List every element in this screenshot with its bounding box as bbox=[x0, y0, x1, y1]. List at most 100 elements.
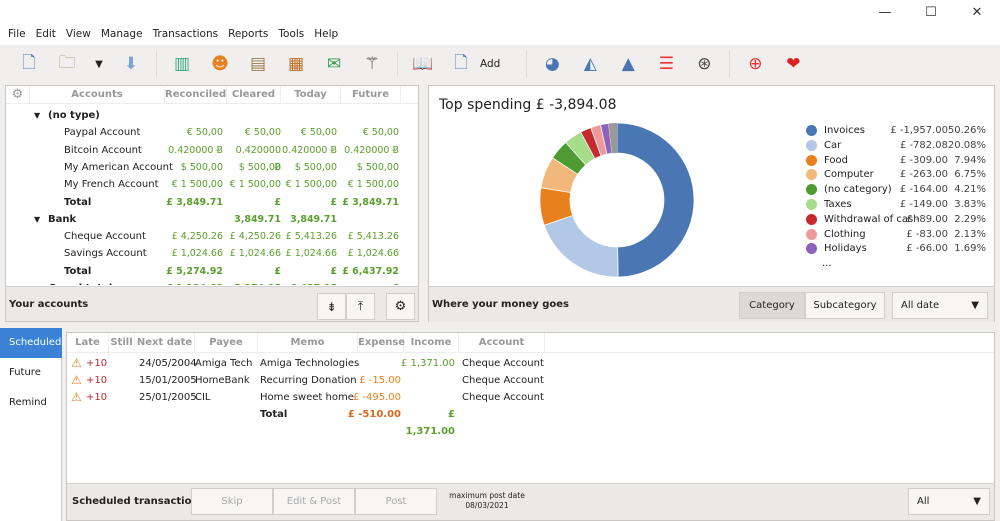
gear-icon[interactable]: ⚙ bbox=[6, 86, 30, 104]
minimize-button[interactable]: — bbox=[862, 0, 908, 25]
legend-item[interactable]: Invoices £ -1,957.00 50.26% bbox=[806, 123, 986, 138]
date-range-select[interactable]: All date ▼ bbox=[892, 292, 988, 319]
scheduled-row[interactable]: ⚠ +10 24/05/2004 Amiga Tech Amiga Techno… bbox=[67, 355, 994, 372]
add-button-label[interactable]: Add bbox=[480, 58, 500, 70]
col-expense[interactable]: Expense bbox=[358, 333, 405, 353]
col-next-date[interactable]: Next date bbox=[135, 333, 195, 353]
scheduled-icon[interactable]: ▦ bbox=[283, 51, 309, 77]
account-total-row[interactable]: Total£ 5,274.92£ 5,274.92£ 6,437.92£ 6,4… bbox=[6, 263, 418, 285]
tab-category[interactable]: Category bbox=[739, 292, 805, 319]
account-row[interactable]: Bitcoin Account 0.420000 Ƀ 0.420000 Ƀ 0.420… bbox=[6, 142, 418, 173]
expand-all-button[interactable]: ⇟ bbox=[317, 293, 346, 320]
expense bbox=[347, 355, 401, 372]
account-name: Bank bbox=[48, 213, 77, 225]
maximize-button[interactable]: ☐ bbox=[908, 0, 954, 25]
max-post-date[interactable]: 08/03/2021 bbox=[447, 501, 527, 511]
legend-item[interactable]: Holidays £ -66.00 1.69% bbox=[806, 241, 986, 256]
col-memo[interactable]: Memo bbox=[258, 333, 358, 353]
max-post-label: maximum post date bbox=[449, 491, 525, 500]
add-transaction-icon[interactable]: 🗋 bbox=[448, 51, 474, 77]
warning-icon: ⚠ bbox=[71, 373, 82, 387]
donut-slice-1[interactable] bbox=[543, 214, 619, 278]
legend-item[interactable]: (no category) £ -164.00 4.21% bbox=[806, 182, 986, 197]
legend-color-dot bbox=[806, 243, 817, 255]
col-future[interactable]: Future bbox=[341, 86, 401, 104]
donate-heart-icon[interactable]: ❤ bbox=[780, 51, 806, 77]
col-cleared[interactable]: Cleared bbox=[227, 86, 281, 104]
budget-report-icon[interactable]: ☰ bbox=[653, 51, 679, 77]
expander-triangle-icon[interactable]: ▼ bbox=[34, 107, 40, 124]
new-file-icon[interactable]: 🗋 bbox=[16, 51, 42, 77]
col-payee[interactable]: Payee bbox=[195, 333, 258, 353]
account-row[interactable]: My French Account € 1 500,00 € 1 500,00 € 1… bbox=[6, 176, 418, 193]
legend-item[interactable]: Computer £ -263.00 6.75% bbox=[806, 167, 986, 182]
menu-file[interactable]: File bbox=[4, 25, 30, 45]
col-income[interactable]: Income bbox=[404, 333, 459, 353]
tab-future[interactable]: Future bbox=[0, 358, 62, 388]
post-button[interactable]: Post bbox=[355, 488, 437, 515]
col-late[interactable]: Late bbox=[67, 333, 109, 353]
categories-icon[interactable]: ▤ bbox=[245, 51, 271, 77]
chevron-down-icon[interactable]: ▼ bbox=[92, 51, 106, 77]
account-amount: $ 500,00 bbox=[238, 161, 281, 173]
account-row[interactable]: Cheque Account £ 4,250.26 £ 4,250.26 £ 5,41… bbox=[6, 228, 418, 245]
menu-view[interactable]: View bbox=[62, 25, 95, 45]
scheduled-row[interactable]: ⚠ +10 15/01/2005 HomeBank Recurring Dona… bbox=[67, 372, 994, 389]
accounts-tree: ▼ (no type) Paypal Account € 50,00 € 50,00 € … bbox=[6, 107, 418, 285]
payees-icon[interactable]: ☻ bbox=[207, 51, 233, 77]
account: Cheque Account bbox=[462, 392, 544, 403]
account-row[interactable]: My American Account $ 500,00 $ 500,00 $ 500… bbox=[6, 159, 418, 176]
account-amount: € 1 500,00 bbox=[347, 179, 399, 191]
legend-label: Taxes bbox=[824, 199, 852, 210]
trend-time-icon[interactable]: ◭ bbox=[577, 51, 603, 77]
account-row[interactable]: Paypal Account € 50,00 € 50,00 € 50,00 € 50,… bbox=[6, 124, 418, 141]
account-total-row[interactable]: Total £ 3,849.71 £ 3,849.71 £ 3,849.71 £ 3,8… bbox=[6, 194, 418, 225]
grand-total-row[interactable]: Grand total£ 9,124.63£ 9,124.63£ 10,287.… bbox=[6, 280, 418, 285]
collapse-all-button[interactable]: ⤒ bbox=[346, 293, 375, 320]
col-still[interactable]: Still bbox=[109, 333, 135, 353]
skip-button[interactable]: Skip bbox=[191, 488, 273, 515]
filter-select[interactable]: All ▼ bbox=[908, 488, 990, 515]
col-reconciled[interactable]: Reconciled bbox=[165, 86, 227, 104]
save-icon[interactable]: ⬇ bbox=[118, 51, 144, 77]
tab-scheduled[interactable]: Scheduled bbox=[0, 328, 62, 358]
legend-item[interactable]: Food £ -309.00 7.94% bbox=[806, 153, 986, 168]
separator bbox=[397, 51, 398, 77]
col-today[interactable]: Today bbox=[281, 86, 341, 104]
col-accounts[interactable]: Accounts bbox=[30, 86, 165, 104]
donut-slice-0[interactable] bbox=[616, 122, 695, 278]
menu-reports[interactable]: Reports bbox=[224, 25, 272, 45]
tab-remind[interactable]: Remind bbox=[0, 388, 62, 418]
legend-item[interactable]: Car £ -782.08 20.08% bbox=[806, 138, 986, 153]
account-group[interactable]: ▼ (no type) bbox=[6, 107, 418, 124]
scheduled-row[interactable]: ⚠ +10 25/01/2005 CIL Home sweet home £ -… bbox=[67, 389, 994, 406]
legend-item[interactable]: Taxes £ -149.00 3.83% bbox=[806, 197, 986, 212]
legend-item[interactable]: Withdrawal of cash £ -89.00 2.29% bbox=[806, 212, 986, 227]
edit-post-button[interactable]: Edit & Post bbox=[273, 488, 355, 515]
menu-edit[interactable]: Edit bbox=[32, 25, 60, 45]
account-row[interactable]: Savings Account £ 1,024.66 £ 1,024.66 £ 1,0… bbox=[6, 245, 418, 262]
balance-report-icon[interactable]: ▲ bbox=[615, 51, 641, 77]
menu-manage[interactable]: Manage bbox=[97, 25, 147, 45]
accounts-icon[interactable]: ▥ bbox=[169, 51, 195, 77]
menu-transactions[interactable]: Transactions bbox=[149, 25, 223, 45]
account-group[interactable]: ▼ Bank bbox=[6, 211, 418, 228]
open-file-icon[interactable]: 🗀 bbox=[54, 51, 80, 77]
tab-subcategory[interactable]: Subcategory bbox=[805, 292, 885, 319]
statistics-pie-icon[interactable]: ◕ bbox=[539, 51, 565, 77]
settings-gear-button[interactable]: ⚙ bbox=[386, 293, 415, 320]
menu-help[interactable]: Help bbox=[310, 25, 342, 45]
assistant-wand-icon[interactable]: ⚚ bbox=[359, 51, 385, 77]
menu-tools[interactable]: Tools bbox=[274, 25, 308, 45]
help-lifebuoy-icon[interactable]: ⊕ bbox=[742, 51, 768, 77]
col-account[interactable]: Account bbox=[459, 333, 545, 353]
vehicle-cost-icon[interactable]: ⊛ bbox=[691, 51, 717, 77]
close-button[interactable]: ✕ bbox=[954, 0, 1000, 25]
legend-value: £ -89.00 bbox=[906, 213, 948, 225]
legend-more[interactable]: ... bbox=[822, 258, 832, 269]
legend-value: £ -164.00 bbox=[899, 184, 948, 196]
budget-icon[interactable]: ✉ bbox=[321, 51, 347, 77]
legend-item[interactable]: Clothing £ -83.00 2.13% bbox=[806, 227, 986, 242]
expander-triangle-icon[interactable]: ▼ bbox=[34, 211, 40, 228]
open-register-icon[interactable]: 📖 bbox=[410, 51, 436, 77]
